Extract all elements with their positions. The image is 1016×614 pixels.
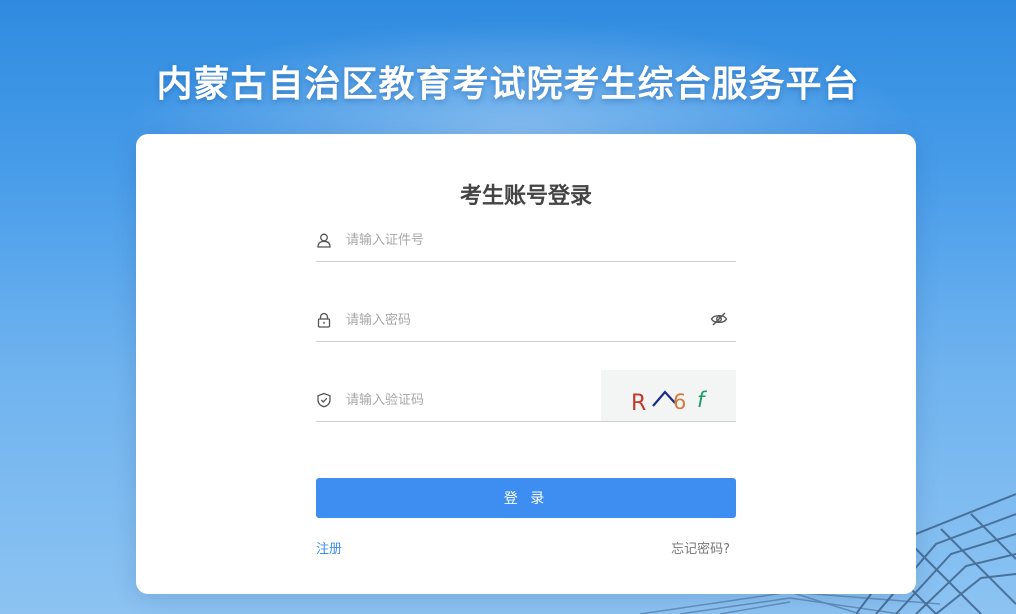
- shield-check-icon: [317, 392, 331, 408]
- site-title: 内蒙古自治区教育考试院考生综合服务平台: [156, 64, 860, 105]
- captcha-char: R: [631, 391, 646, 416]
- user-icon: [317, 233, 331, 248]
- captcha-char: f: [697, 388, 708, 412]
- lock-icon: [317, 312, 331, 328]
- eye-off-icon[interactable]: [710, 311, 728, 327]
- password-field: [316, 302, 736, 342]
- password-input[interactable]: [346, 308, 686, 332]
- id-number-input[interactable]: [346, 228, 686, 252]
- captcha-char: 6: [673, 390, 686, 414]
- login-title: 考生账号登录: [459, 184, 592, 209]
- captcha-image[interactable]: R 6 f: [601, 370, 736, 421]
- register-link[interactable]: 注册: [316, 538, 342, 557]
- id-number-field: [316, 222, 736, 262]
- captcha-field: R 6 f: [316, 370, 736, 422]
- login-card: 考生账号登录 R 6 f: [136, 134, 916, 594]
- login-button[interactable]: 登 录: [316, 478, 736, 518]
- forgot-password-link[interactable]: 忘记密码?: [671, 538, 730, 557]
